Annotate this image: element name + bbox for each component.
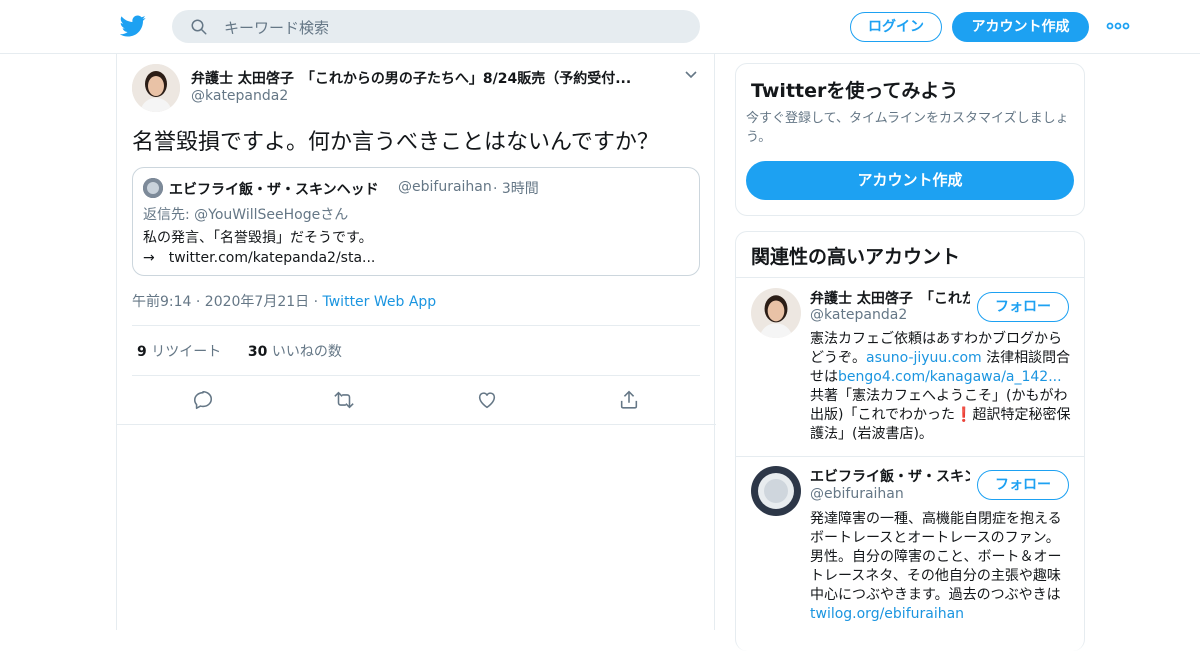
profile-photo-icon: [751, 288, 801, 338]
tweet-column: 弁護士 太田啓子 「これからの男の子たちへ」8/24販売（予約受付... @ka…: [116, 54, 716, 630]
quoted-tweet[interactable]: エビフライ飯・ザ・スキンヘッド @ebifuraihan · 3時間 返信先: …: [132, 167, 700, 276]
more-dots-icon[interactable]: [1106, 17, 1130, 35]
tweet-text: 名誉毀損ですよ。何か言うべきことはないんですか？: [132, 130, 659, 155]
signup-card-description: 今すぐ登録して、タイムラインをカスタマイズしましょう。: [746, 111, 1069, 145]
related-account-name[interactable]: エビフライ飯・ザ・スキンヘッド: [810, 466, 970, 486]
bio-text: 共著「憲法カフェへようこそ」(かもがわ出版)「これでわかった❗超訳特定秘密保護法…: [810, 388, 1071, 442]
divider: [132, 375, 700, 376]
tweet-metadata: 午前9:14 · 2020年7月21日 · Twitter Web App: [132, 291, 436, 311]
bio-link[interactable]: bengo4.com/kanagawa/a_142...: [838, 369, 1062, 385]
follow-button[interactable]: フォロー: [977, 292, 1069, 322]
bio-link[interactable]: twilog.org/ebifuraihan: [810, 606, 964, 622]
like-count: 30: [247, 344, 268, 360]
related-account-handle[interactable]: @ebifuraihan: [810, 486, 904, 502]
chevron-down-icon[interactable]: [684, 68, 698, 82]
like-stat[interactable]: 30 いいねの数: [248, 344, 342, 360]
divider: [132, 325, 700, 326]
reply-to-text: 返信先: @YouWillSeeHogeさん: [143, 207, 349, 223]
author-name[interactable]: 弁護士 太田啓子 「これからの男の子たちへ」8/24販売（予約受付...: [191, 68, 661, 88]
related-account-handle[interactable]: @katepanda2: [810, 307, 907, 323]
login-button[interactable]: ログイン: [850, 12, 942, 42]
quoted-link-line: → twitter.com/katepanda2/sta...: [143, 250, 376, 266]
signup-button[interactable]: アカウント作成: [952, 12, 1089, 42]
heart-icon[interactable]: [476, 389, 498, 411]
retweet-stat[interactable]: 9 リツイート: [137, 344, 221, 360]
profile-photo-icon: [143, 178, 163, 198]
search-box[interactable]: キーワード検索: [172, 10, 700, 43]
quoted-author-handle: @ebifuraihan: [398, 179, 492, 195]
related-accounts-title: 関連性の高いアカウント: [751, 246, 961, 268]
profile-photo-icon: [751, 466, 801, 516]
quoted-author-name: エビフライ飯・ザ・スキンヘッド: [169, 182, 379, 198]
source-link[interactable]: Twitter Web App: [323, 294, 437, 310]
related-account-bio: 憲法カフェご依頼はあすわかブログからどうぞ。asuno-jiyuu.com 法律…: [810, 330, 1072, 444]
related-account-name[interactable]: 弁護士 太田啓子 「これからの...: [810, 288, 970, 308]
avatar[interactable]: [751, 288, 801, 338]
twitter-bird-icon[interactable]: [120, 13, 146, 39]
divider: [117, 424, 716, 425]
bio-link[interactable]: asuno-jiyuu.com: [866, 350, 982, 366]
related-accounts-card: 関連性の高いアカウント 弁護士 太田啓子 「これからの... @katepand…: [735, 231, 1085, 651]
signup-card-button[interactable]: アカウント作成: [746, 161, 1074, 200]
bio-text: 発達障害の一種、高機能自閉症を抱えるボートレースとオートレースのファン。男性。自…: [810, 511, 1075, 603]
quoted-text: 私の発言、「名誉毀損」だそうです。 → twitter.com/katepand…: [143, 228, 375, 268]
tweet-stats: 9 リツイート 30 いいねの数: [137, 341, 342, 361]
author-handle[interactable]: @katepanda2: [191, 88, 288, 104]
tweet-timestamp[interactable]: 午前9:14 · 2020年7月21日 ·: [132, 294, 323, 310]
related-account-bio: 発達障害の一種、高機能自閉症を抱えるボートレースとオートレースのファン。男性。自…: [810, 510, 1072, 624]
search-icon: [191, 19, 207, 35]
reply-icon[interactable]: [192, 389, 214, 411]
search-input[interactable]: キーワード検索: [224, 17, 329, 38]
retweet-label: リツイート: [151, 344, 222, 360]
profile-photo-icon: [132, 64, 180, 112]
avatar: [143, 178, 163, 198]
divider: [736, 456, 1084, 457]
quoted-timestamp: · 3時間: [493, 181, 539, 197]
signup-card-title: Twitterを使ってみよう: [751, 80, 959, 102]
top-navigation-bar: キーワード検索 ログイン アカウント作成: [0, 0, 1200, 54]
divider: [736, 277, 1084, 278]
avatar[interactable]: [751, 466, 801, 516]
follow-button[interactable]: フォロー: [977, 470, 1069, 500]
signup-card: Twitterを使ってみよう 今すぐ登録して、タイムラインをカスタマイズしましょ…: [735, 63, 1085, 216]
like-label: いいねの数: [271, 344, 342, 360]
retweet-count: 9: [137, 344, 147, 360]
share-icon[interactable]: [618, 389, 640, 411]
quoted-text-line: 私の発言、「名誉毀損」だそうです。: [143, 230, 373, 246]
retweet-icon[interactable]: [333, 389, 355, 411]
avatar[interactable]: [132, 64, 180, 112]
